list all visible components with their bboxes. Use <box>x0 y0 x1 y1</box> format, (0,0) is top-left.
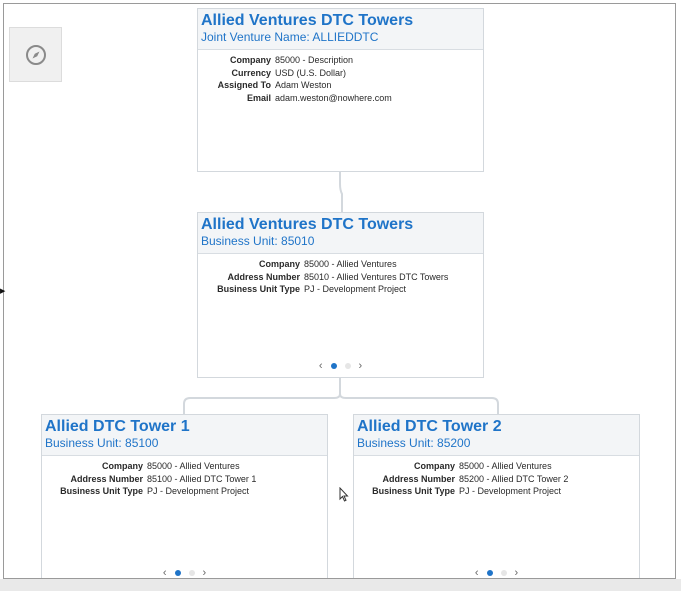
card-pager: ‹ › <box>42 567 327 578</box>
field-value: adam.weston@nowhere.com <box>275 92 392 103</box>
field-value: 85010 - Allied Ventures DTC Towers <box>304 271 449 282</box>
card-header: Allied DTC Tower 2 Business Unit: 85200 <box>354 415 639 456</box>
field-row-company: Company 85000 - Allied Ventures <box>198 258 483 271</box>
card-subtitle: Joint Venture Name: ALLIEDDTC <box>201 30 379 44</box>
field-row-currency: Currency USD (U.S. Dollar) <box>198 67 483 80</box>
previous-page-icon[interactable]: ‹ <box>163 567 167 578</box>
previous-page-icon[interactable]: ‹ <box>319 360 323 372</box>
card-subtitle: Business Unit: 85010 <box>201 234 315 248</box>
field-row-address-number: Address Number 85010 - Allied Ventures D… <box>198 271 483 284</box>
field-label: Company <box>413 461 455 471</box>
field-row-company: Company 85000 - Allied Ventures <box>42 460 327 473</box>
field-label: Email <box>246 92 271 103</box>
field-value: 85200 - Allied DTC Tower 2 <box>459 473 569 484</box>
field-label: Assigned To <box>217 80 271 90</box>
field-row-business-unit-type: Business Unit Type PJ - Development Proj… <box>42 485 327 498</box>
field-value: PJ - Development Project <box>459 486 562 496</box>
field-label: Currency <box>231 67 271 78</box>
field-label: Business Unit Type <box>60 486 143 496</box>
field-label: Business Unit Type <box>217 284 300 294</box>
tower-2-card[interactable]: Allied DTC Tower 2 Business Unit: 85200 … <box>353 414 640 578</box>
field-label: Address Number <box>70 473 143 484</box>
page-dot-1[interactable] <box>174 570 181 576</box>
card-subtitle: Business Unit: 85100 <box>45 436 159 450</box>
status-strip <box>0 579 681 591</box>
field-row-assigned-to: Assigned To Adam Weston <box>198 79 483 92</box>
field-label: Company <box>101 461 143 471</box>
next-page-icon[interactable]: › <box>359 360 363 372</box>
previous-page-icon[interactable]: ‹ <box>475 567 479 578</box>
page-dot-1[interactable] <box>486 570 493 576</box>
page-dot-2[interactable] <box>344 363 351 369</box>
field-row-company: Company 85000 - Description <box>198 54 483 67</box>
field-value: 85000 - Allied Ventures <box>147 461 240 471</box>
card-pager: ‹ › <box>354 567 639 578</box>
field-value: USD (U.S. Dollar) <box>275 67 347 78</box>
page-dot-2[interactable] <box>188 570 195 576</box>
card-fields: Company 85000 - Allied Ventures Address … <box>198 258 483 296</box>
compass-icon <box>25 44 46 65</box>
card-fields: Company 85000 - Allied Ventures Address … <box>354 460 639 498</box>
field-row-business-unit-type: Business Unit Type PJ - Development Proj… <box>198 283 483 296</box>
page-dot-1[interactable] <box>330 363 337 369</box>
card-title[interactable]: Allied Ventures DTC Towers <box>201 215 479 234</box>
card-fields: Company 85000 - Description Currency USD… <box>198 54 483 104</box>
card-title[interactable]: Allied DTC Tower 1 <box>45 417 323 436</box>
card-title[interactable]: Allied DTC Tower 2 <box>357 417 635 436</box>
navigator-button[interactable] <box>9 27 62 82</box>
field-label: Company <box>229 55 271 65</box>
card-header: Allied Ventures DTC Towers Joint Venture… <box>198 9 483 50</box>
field-row-address-number: Address Number 85200 - Allied DTC Tower … <box>354 473 639 486</box>
field-value: 85100 - Allied DTC Tower 1 <box>147 473 257 484</box>
next-page-icon[interactable]: › <box>203 567 207 578</box>
field-label: Address Number <box>382 473 455 484</box>
expand-arrow-icon[interactable]: ▶ <box>0 286 5 298</box>
tower-1-card[interactable]: Allied DTC Tower 1 Business Unit: 85100 … <box>41 414 328 578</box>
card-subtitle: Business Unit: 85200 <box>357 436 471 450</box>
card-header: Allied Ventures DTC Towers Business Unit… <box>198 213 483 254</box>
field-label: Address Number <box>227 271 300 282</box>
next-page-icon[interactable]: › <box>515 567 519 578</box>
field-value: Adam Weston <box>275 80 332 90</box>
field-label: Company <box>258 259 300 269</box>
field-value: PJ - Development Project <box>147 486 250 496</box>
card-pager: ‹ › <box>198 360 483 372</box>
field-label: Business Unit Type <box>372 486 455 496</box>
joint-venture-card[interactable]: Allied Ventures DTC Towers Joint Venture… <box>197 8 484 172</box>
page-dot-2[interactable] <box>500 570 507 576</box>
card-title[interactable]: Allied Ventures DTC Towers <box>201 11 479 30</box>
field-value: 85000 - Allied Ventures <box>304 259 397 269</box>
field-row-address-number: Address Number 85100 - Allied DTC Tower … <box>42 473 327 486</box>
field-value: PJ - Development Project <box>304 284 407 294</box>
mouse-pointer-icon <box>339 487 349 502</box>
card-header: Allied DTC Tower 1 Business Unit: 85100 <box>42 415 327 456</box>
card-fields: Company 85000 - Allied Ventures Address … <box>42 460 327 498</box>
field-row-email: Email adam.weston@nowhere.com <box>198 92 483 105</box>
field-value: 85000 - Allied Ventures <box>459 461 552 471</box>
org-chart-canvas[interactable]: Allied Ventures DTC Towers Joint Venture… <box>3 3 676 579</box>
business-unit-card[interactable]: Allied Ventures DTC Towers Business Unit… <box>197 212 484 378</box>
field-row-business-unit-type: Business Unit Type PJ - Development Proj… <box>354 485 639 498</box>
field-value: 85000 - Description <box>275 55 354 65</box>
field-row-company: Company 85000 - Allied Ventures <box>354 460 639 473</box>
